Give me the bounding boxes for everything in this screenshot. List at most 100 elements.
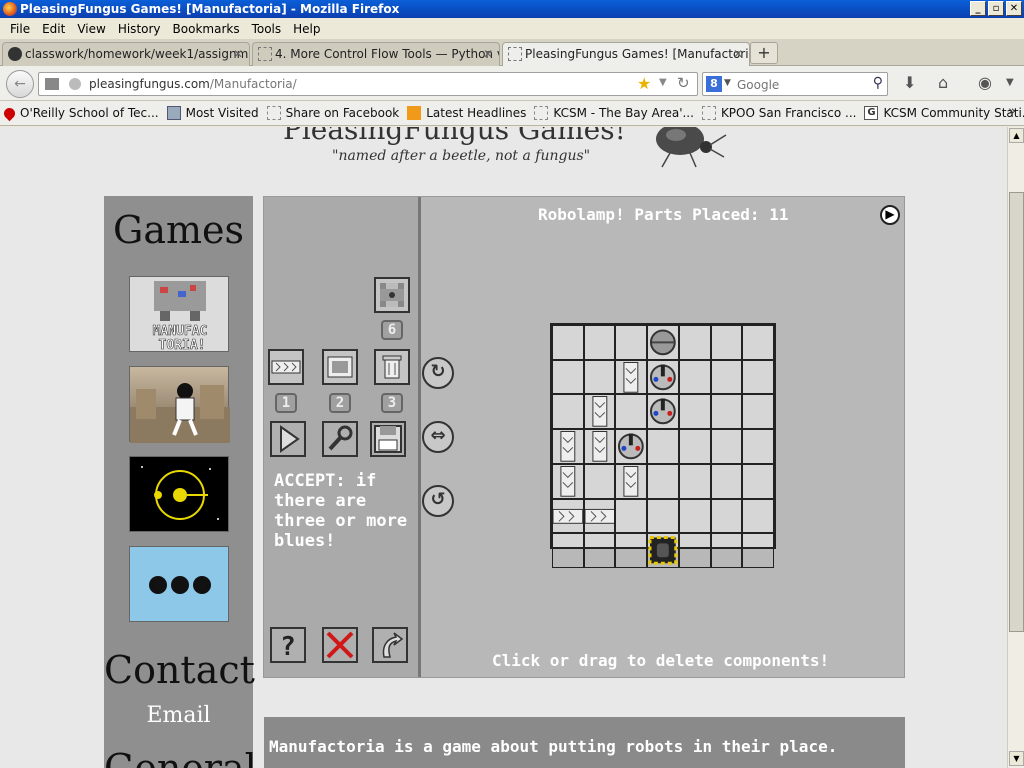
grid-cell[interactable] [710,533,743,568]
grid-cell[interactable] [552,498,584,534]
grid-cell[interactable] [615,463,648,499]
tab-manufactoria[interactable]: PleasingFungus Games! [Manufactoria] ✕ [502,42,750,66]
grid-cell[interactable] [710,429,743,464]
grid-cell[interactable] [678,463,711,499]
bookmark-star-icon[interactable]: ★ [637,74,651,93]
grid-cell[interactable] [647,429,679,464]
grid-cell[interactable] [710,359,743,395]
grid-cell[interactable] [552,429,584,464]
grid-cell[interactable] [710,394,743,430]
clear-button[interactable] [322,627,358,663]
writer-piece-button[interactable] [322,349,358,385]
grid-cell[interactable] [710,325,743,360]
grid-cell[interactable] [678,359,711,395]
orbit-game-thumb[interactable] [129,456,229,532]
scroll-down-icon[interactable]: ▼ [1009,751,1024,766]
download-icon[interactable]: ⬇ [903,73,916,92]
grid-cell[interactable] [742,463,774,499]
grid-cell[interactable] [583,498,616,534]
search-input[interactable] [737,76,867,93]
grid-cell[interactable] [647,498,679,534]
grid-cell[interactable] [742,359,774,395]
grid-cell[interactable] [615,359,648,395]
manufactoria-thumb[interactable]: MANUFAC TORIA! [129,276,229,353]
menu-bookmarks[interactable]: Bookmarks [167,22,246,36]
grid-cell[interactable] [678,533,711,568]
grid-cell[interactable] [552,394,584,430]
engine-dropdown-icon[interactable]: ▼ [724,78,731,88]
back-button[interactable]: ← [6,70,34,98]
search-box[interactable]: 8 ▼ ⚲ [702,72,888,96]
grid-cell[interactable] [552,533,584,568]
grid-cell[interactable] [742,325,774,360]
bookmark-kcsm[interactable]: KCSM - The Bay Area'... [534,106,694,120]
rotate-cw-button[interactable]: ↻ [422,357,454,389]
reload-icon[interactable]: ↻ [677,74,690,92]
grid-cell[interactable] [583,325,616,360]
tab-groups-icon[interactable] [45,78,59,90]
menu-file[interactable]: File [4,22,36,36]
bookmarks-overflow-icon[interactable]: » [1008,104,1016,119]
close-window-button[interactable]: ✕ [1006,1,1022,16]
grid-cell[interactable] [678,498,711,534]
grid-cell[interactable] [710,498,743,534]
bookmark-most-visited[interactable]: Most Visited [166,106,259,120]
crossover-piece-button[interactable] [374,277,410,313]
more-games-thumb[interactable] [129,546,229,622]
bookmark-latest-headlines[interactable]: Latest Headlines [407,106,526,120]
grid-cell[interactable] [615,394,648,430]
bookmark-oreilly[interactable]: O'Reilly School of Tec... [1,105,159,121]
email-link[interactable]: Email [104,703,253,728]
url-text[interactable]: pleasingfungus.com/Manufactoria/ [89,77,297,91]
trash-button[interactable] [374,349,410,385]
robot-game-thumb[interactable] [129,366,230,443]
search-icon[interactable]: ⚲ [873,75,883,91]
rotate-ccw-button[interactable]: ↺ [422,485,454,517]
grid-cell[interactable] [647,325,679,360]
grid-cell[interactable] [615,325,648,360]
menu-view[interactable]: View [71,22,111,36]
menu-tools[interactable]: Tools [246,22,288,36]
grid-cell[interactable] [647,394,679,430]
grid-cell[interactable] [615,498,648,534]
grid-cell[interactable] [615,533,648,568]
home-icon[interactable]: ⌂ [938,73,948,92]
conveyor-piece-button[interactable] [268,349,304,385]
grid-cell[interactable] [552,463,584,499]
bookmark-kpoo[interactable]: KPOO San Francisco ... [701,106,856,120]
wrench-button[interactable] [322,421,358,457]
search-engine-icon[interactable]: 8 [706,76,722,92]
tab-github[interactable]: classwork/homework/week1/assignment... ✕ [2,42,250,66]
grid-cell[interactable] [583,463,616,499]
save-button[interactable] [370,421,406,457]
history-dropdown-icon[interactable]: ▼ [659,77,667,88]
url-bar[interactable]: pleasingfungus.com/Manufactoria/ ★ ▼ ↻ [38,72,698,96]
grid-cell[interactable] [742,498,774,534]
grid-cell[interactable] [583,394,616,430]
grid-cell[interactable] [710,463,743,499]
grid-cell[interactable] [742,429,774,464]
menu-history[interactable]: History [112,22,167,36]
grid-cell[interactable] [583,533,616,568]
page-scrollbar[interactable]: ▲ ▼ [1007,127,1024,768]
tab-close-icon[interactable]: ✕ [483,43,493,65]
tab-python-docs[interactable]: 4. More Control Flow Tools — Python v2.7… [252,42,500,66]
minimize-button[interactable]: _ [970,1,986,16]
factory-grid[interactable] [550,323,776,568]
tab-close-icon[interactable]: ✕ [733,43,743,65]
mirror-button[interactable]: ⇔ [422,421,454,453]
addon-icon[interactable]: ◉ [978,73,992,92]
menu-edit[interactable]: Edit [36,22,71,36]
new-tab-button[interactable]: + [750,42,778,64]
grid-cell[interactable] [647,359,679,395]
menu-help[interactable]: Help [287,22,326,36]
grid-cell[interactable] [647,533,679,568]
site-identity-icon[interactable] [69,78,81,90]
grid-cell[interactable] [552,325,584,360]
play-button[interactable] [270,421,306,457]
menu-dropdown-icon[interactable]: ▼ [1006,77,1014,88]
sound-toggle-icon[interactable]: ▶ [880,205,900,225]
grid-cell[interactable] [678,429,711,464]
tab-close-icon[interactable]: ✕ [233,43,243,65]
bookmark-share-facebook[interactable]: Share on Facebook [266,106,399,120]
